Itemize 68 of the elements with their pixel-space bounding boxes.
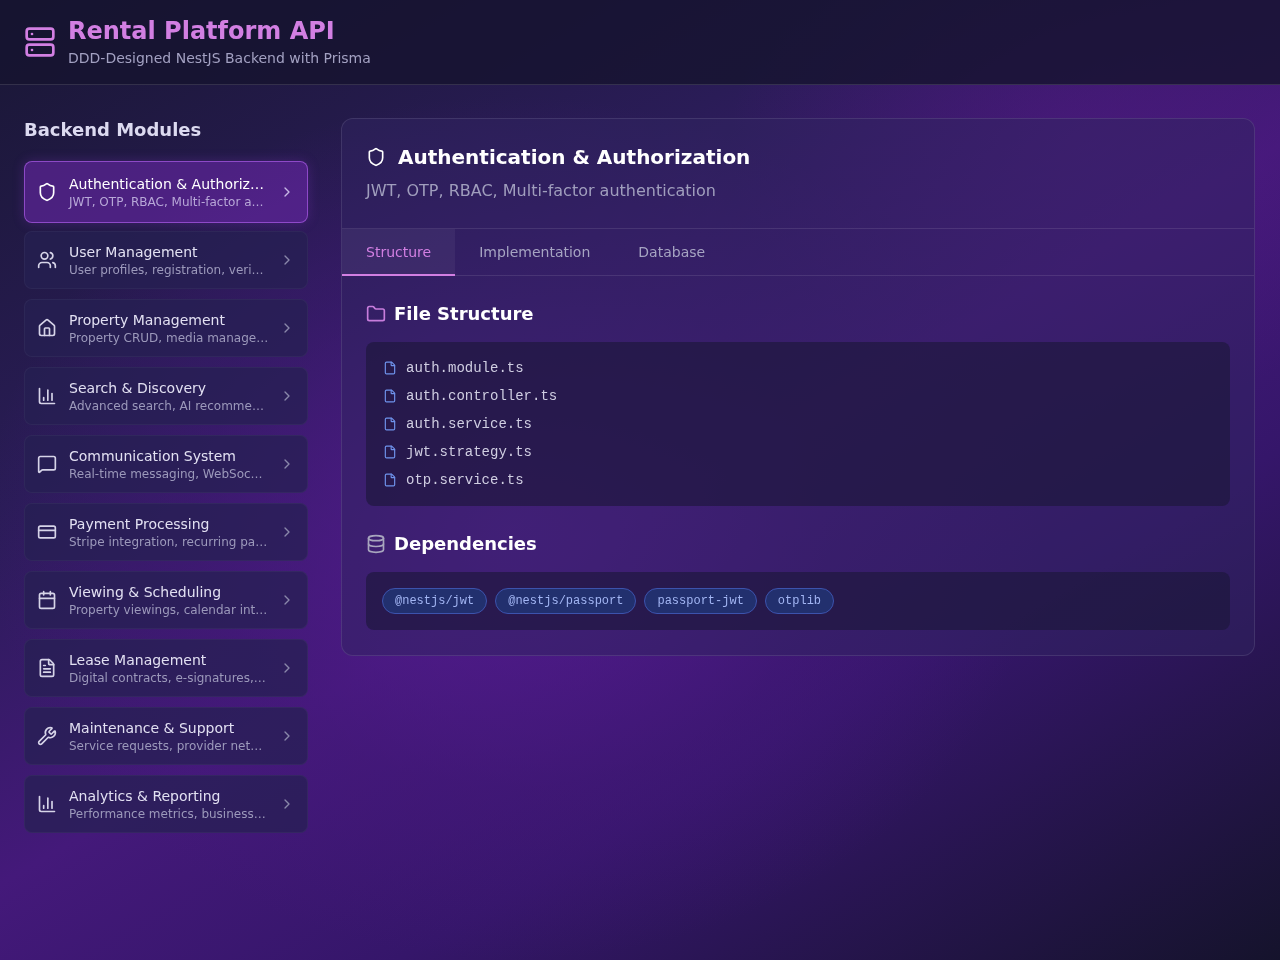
credit-card-icon bbox=[37, 522, 57, 542]
tab[interactable]: Database bbox=[614, 229, 730, 276]
wrench-icon bbox=[37, 726, 57, 746]
bar-chart-icon bbox=[37, 794, 57, 814]
users-icon bbox=[37, 250, 57, 270]
module-title: Payment Processing bbox=[69, 514, 211, 533]
detail-title: Authentication & Authorization bbox=[398, 144, 751, 171]
module-item[interactable]: Maintenance & Support Service requests, provider net… bbox=[24, 707, 308, 765]
module-description: Digital contracts, e-signatures,… bbox=[69, 669, 267, 686]
section-heading: File Structure bbox=[394, 302, 534, 326]
server-icon bbox=[24, 26, 56, 58]
shield-icon bbox=[37, 182, 57, 202]
package-tag: @nestjs/passport bbox=[495, 588, 637, 614]
shield-icon bbox=[366, 147, 386, 167]
package-tag: otplib bbox=[764, 588, 835, 614]
tab[interactable]: Structure bbox=[342, 229, 456, 276]
module-description: Advanced search, AI recomme… bbox=[69, 397, 265, 414]
module-title: Communication System bbox=[69, 446, 237, 465]
bar-chart-icon bbox=[37, 386, 57, 406]
file-name: auth.controller.ts bbox=[406, 388, 558, 404]
speech-bubble-icon bbox=[37, 454, 57, 474]
module-title: Authentication & Authoriz… bbox=[69, 174, 265, 193]
module-title: Analytics & Reporting bbox=[69, 786, 222, 805]
module-item[interactable]: Payment Processing Stripe integration, recurring pa… bbox=[24, 503, 308, 561]
file-name: auth.module.ts bbox=[406, 360, 524, 376]
file-name: auth.service.ts bbox=[406, 416, 533, 432]
file-name: jwt.strategy.ts bbox=[406, 444, 533, 460]
file-icon bbox=[383, 473, 397, 487]
module-item[interactable]: User Management User profiles, registration, veri… bbox=[24, 231, 308, 289]
module-title: Maintenance & Support bbox=[69, 718, 236, 737]
file-icon bbox=[383, 361, 397, 375]
module-title: Viewing & Scheduling bbox=[69, 582, 223, 601]
file-icon bbox=[383, 389, 397, 403]
module-description: Property CRUD, media manage… bbox=[69, 329, 270, 346]
app-subtitle: DDD-Designed NestJS Backend with Prisma bbox=[68, 49, 371, 67]
package-tag: passport-jwt bbox=[644, 588, 757, 614]
file-icon bbox=[383, 445, 397, 459]
module-item[interactable]: Authentication & Authoriz… JWT, OTP, RBAC, Multi-factor a… bbox=[24, 161, 308, 223]
module-item[interactable]: Lease Management Digital contracts, e-signatures,… bbox=[24, 639, 308, 697]
module-item[interactable]: Viewing & Scheduling Property viewings, calendar int… bbox=[24, 571, 308, 629]
module-description: Service requests, provider net… bbox=[69, 737, 264, 754]
module-item[interactable]: Communication System Real-time messaging, WebSoc… bbox=[24, 435, 308, 493]
calendar-icon bbox=[37, 590, 57, 610]
module-description: Performance metrics, business… bbox=[69, 805, 267, 822]
folder-icon bbox=[366, 304, 386, 324]
module-item[interactable]: Search & Discovery Advanced search, AI recomme… bbox=[24, 367, 308, 425]
module-title: Search & Discovery bbox=[69, 378, 208, 397]
app-title: Rental Platform API bbox=[68, 17, 336, 45]
module-description: User profiles, registration, veri… bbox=[69, 261, 265, 278]
detail-description: JWT, OTP, RBAC, Multi-factor authentication bbox=[366, 180, 716, 202]
file-name: otp.service.ts bbox=[406, 472, 524, 488]
database-icon bbox=[366, 534, 386, 554]
module-description: Property viewings, calendar int… bbox=[69, 601, 269, 618]
module-title: Property Management bbox=[69, 310, 226, 329]
house-icon bbox=[37, 318, 57, 338]
package-tag: @nestjs/jwt bbox=[382, 588, 488, 614]
module-title: Lease Management bbox=[69, 650, 208, 669]
section-heading: Dependencies bbox=[394, 532, 537, 556]
sidebar-heading: Backend Modules bbox=[24, 118, 203, 142]
module-item[interactable]: Property Management Property CRUD, media manage… bbox=[24, 299, 308, 357]
module-description: Real-time messaging, WebSoc… bbox=[69, 465, 264, 482]
module-description: Stripe integration, recurring pa… bbox=[69, 533, 269, 550]
tab[interactable]: Implementation bbox=[455, 229, 615, 276]
module-description: JWT, OTP, RBAC, Multi-factor a… bbox=[69, 193, 265, 210]
module-title: User Management bbox=[69, 242, 199, 261]
module-item[interactable]: Analytics & Reporting Performance metrics, business… bbox=[24, 775, 308, 833]
document-icon bbox=[37, 658, 57, 678]
file-icon bbox=[383, 417, 397, 431]
